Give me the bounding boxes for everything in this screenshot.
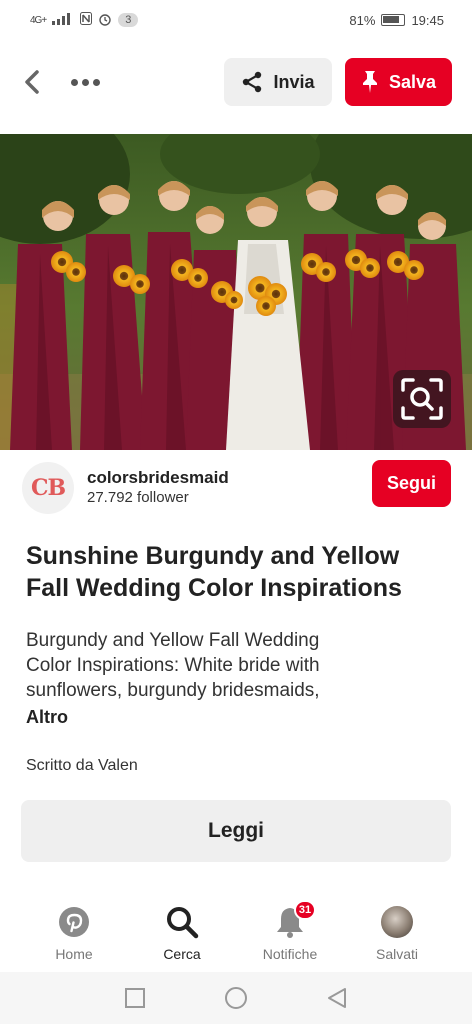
- creator-followers: 27.792 follower: [87, 489, 189, 506]
- battery-icon: [381, 14, 406, 26]
- alarm-icon: [98, 12, 112, 29]
- lens-icon: [401, 378, 443, 420]
- read-button[interactable]: Leggi: [21, 800, 451, 862]
- notification-count-badge: 3: [118, 13, 139, 27]
- more-dots-icon-2: [81, 78, 89, 86]
- recents-icon[interactable]: [124, 987, 146, 1009]
- send-label: Invia: [273, 71, 315, 92]
- status-right: 81% 19:45: [349, 13, 444, 28]
- creator-avatar[interactable]: CB: [22, 462, 74, 514]
- more-options-button[interactable]: [64, 64, 106, 100]
- nav-saved-label: Salvati: [375, 946, 419, 962]
- bell-icon: 31: [272, 900, 316, 940]
- profile-avatar: [379, 904, 415, 940]
- system-nav-bar: [0, 972, 472, 1024]
- save-button[interactable]: Salva: [345, 58, 452, 106]
- nav-notifications-label: Notifiche: [262, 946, 318, 962]
- signal-bars-icon: [52, 12, 74, 28]
- visual-search-button[interactable]: [393, 370, 451, 428]
- search-icon: [164, 904, 200, 940]
- home-icon[interactable]: [224, 986, 248, 1010]
- save-label: Salva: [388, 71, 437, 92]
- back-button[interactable]: [14, 64, 50, 100]
- notification-badge: 31: [294, 900, 316, 920]
- nfc-icon: [80, 12, 93, 28]
- pinterest-logo-icon: [56, 904, 92, 940]
- creator-avatar-text: CB: [30, 475, 66, 501]
- more-dots-icon-3: [92, 78, 100, 86]
- follow-button[interactable]: Segui: [372, 460, 451, 507]
- creator-row: CB colorsbridesmaid 27.792 follower Segu…: [22, 460, 452, 516]
- send-button[interactable]: Invia: [224, 58, 332, 106]
- nav-home[interactable]: Home: [24, 904, 124, 966]
- share-icon: [243, 71, 262, 93]
- back-triangle-icon[interactable]: [326, 987, 348, 1009]
- bottom-nav: Home Cerca 31 Notifiche Salvati: [0, 896, 472, 972]
- battery-percent: 81%: [349, 12, 376, 28]
- nav-notifications[interactable]: 31 Notifiche: [240, 900, 340, 966]
- signal-icon: 4G+: [30, 14, 47, 26]
- nav-home-label: Home: [55, 946, 93, 962]
- nav-search-label: Cerca: [163, 946, 201, 962]
- author-line: Scritto da Valen: [26, 757, 138, 774]
- pin-icon: [362, 71, 377, 93]
- more-link[interactable]: Altro: [26, 707, 68, 728]
- pin-action-bar: Invia Salva: [0, 56, 472, 108]
- nav-saved[interactable]: Salvati: [347, 904, 447, 966]
- status-left: 4G+ 3: [30, 12, 139, 29]
- clock: 19:45: [411, 12, 444, 28]
- nav-search[interactable]: Cerca: [132, 904, 232, 966]
- status-bar: 4G+ 3 81% 19:45: [0, 0, 472, 40]
- more-dots-icon: [70, 78, 78, 86]
- back-arrow-icon: [25, 70, 39, 94]
- pin-description: Burgundy and Yellow Fall Wedding Color I…: [26, 630, 320, 701]
- creator-name[interactable]: colorsbridesmaid: [87, 468, 229, 488]
- pin-title: Sunshine Burgundy and Yellow Fall Weddin…: [26, 542, 402, 602]
- profile-avatar-image: [381, 906, 413, 938]
